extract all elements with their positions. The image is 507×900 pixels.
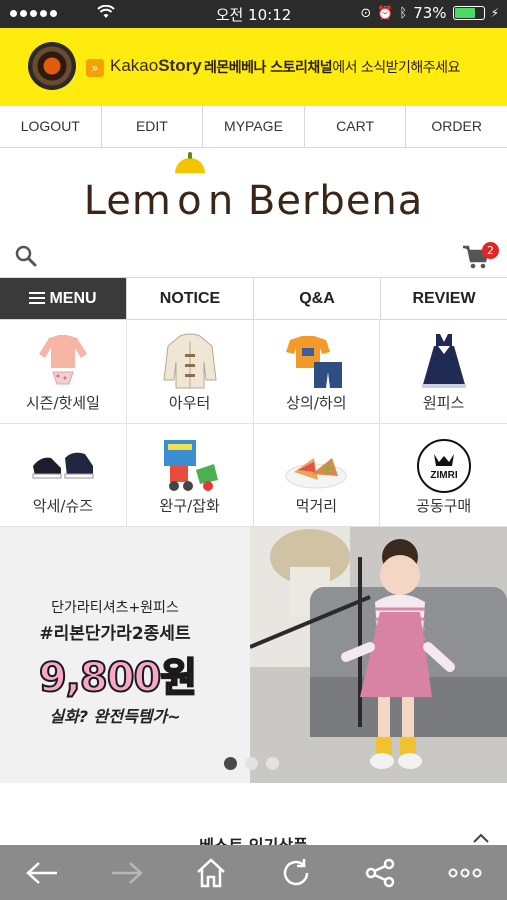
status-bar: 오전 10:12 ⊙ ⏰ ᛒ 73% ⚡ — [0, 0, 507, 28]
svg-text:ZIMRI: ZIMRI — [430, 470, 457, 481]
promo-dot[interactable] — [266, 757, 279, 770]
promo-pagination — [224, 757, 279, 770]
category-season-hotsale[interactable]: 시즌/핫세일 — [0, 320, 127, 424]
more-button[interactable] — [423, 845, 507, 900]
logout-link[interactable]: LOGOUT — [0, 106, 102, 147]
kakaostory-label: KakaoStory — [110, 56, 202, 75]
rotation-lock-icon: ⊙ — [360, 5, 372, 21]
promo-subtitle: 단가라티셔츠+원피스 — [51, 600, 179, 616]
category-toys-goods[interactable]: 완구/잡화 — [126, 423, 254, 527]
forward-button[interactable] — [85, 845, 170, 900]
promo-price: 9,800원 — [38, 654, 198, 702]
arrow-left-icon — [26, 861, 58, 884]
hamburger-icon — [29, 292, 46, 304]
share-button[interactable] — [338, 845, 423, 900]
order-link[interactable]: ORDER — [406, 106, 507, 147]
category-grid: 시즌/핫세일 아우터 상의/하의 원피스 악세/슈즈 완구/잡화 먹거리 ZIM… — [0, 320, 507, 527]
battery-percent: 73% — [413, 4, 447, 22]
battery-icon — [452, 6, 485, 20]
browser-toolbar — [0, 845, 507, 900]
category-top-bottom[interactable]: 상의/하의 — [253, 320, 381, 424]
coat-icon — [163, 333, 217, 389]
edit-link[interactable]: EDIT — [102, 106, 204, 147]
more-icon — [448, 868, 482, 877]
tab-notice[interactable]: NOTICE — [127, 278, 254, 319]
category-outer[interactable]: 아우터 — [126, 320, 254, 424]
shoes-icon — [32, 452, 94, 478]
child-model-image — [250, 527, 507, 783]
menu-button[interactable]: MENU — [0, 278, 127, 319]
category-onepiece[interactable]: 원피스 — [380, 320, 507, 424]
account-nav: LOGOUT EDIT MYPAGE CART ORDER — [0, 106, 507, 148]
category-label: 악세/슈즈 — [32, 497, 93, 515]
home-icon — [197, 857, 226, 887]
cart-link[interactable]: CART — [305, 106, 407, 147]
main-menu-bar: MENU NOTICE Q&A REVIEW — [0, 277, 507, 320]
swimwear-icon — [38, 335, 87, 385]
promo-title: #리본단가라2종세트 — [39, 624, 191, 644]
charging-icon: ⚡ — [490, 6, 499, 20]
bluetooth-icon: ᛒ — [399, 5, 408, 21]
dress-icon — [421, 334, 466, 388]
category-label: 공동구매 — [416, 497, 472, 515]
promo-banner[interactable]: 단가라티셔츠+원피스 #리본단가라2종세트 9,800원 실화? 완전득템가~ — [0, 527, 507, 783]
promo-dot[interactable] — [245, 757, 258, 770]
promo-dot[interactable] — [224, 757, 237, 770]
food-icon — [285, 457, 347, 488]
top-bottom-icon — [286, 336, 343, 388]
back-button[interactable] — [0, 845, 85, 900]
search-icon[interactable] — [14, 244, 38, 268]
arrow-right-icon — [111, 861, 143, 884]
promo-tagline: 실화? 완전득템가~ — [49, 707, 181, 726]
promo-photo — [250, 527, 507, 783]
tab-qna[interactable]: Q&A — [254, 278, 381, 319]
refresh-button[interactable] — [254, 845, 339, 900]
share-icon — [366, 858, 395, 887]
category-food[interactable]: 먹거리 — [253, 423, 381, 527]
category-group-buy[interactable]: ZIMRI 공동구매 — [380, 424, 507, 527]
kakao-channel-message: 레몬베베나 스토리채널에서 소식받기해주세요 — [204, 60, 460, 76]
category-label: 원피스 — [422, 393, 465, 412]
lemon-o-logo-icon: o — [172, 152, 208, 224]
category-accessories-shoes[interactable]: 악세/슈즈 — [0, 423, 127, 527]
mypage-link[interactable]: MYPAGE — [203, 106, 305, 147]
toy-icon — [163, 439, 218, 491]
refresh-icon — [283, 858, 308, 885]
category-label: 먹거리 — [295, 497, 338, 515]
chevron-up-icon[interactable] — [472, 832, 490, 844]
category-label: 시즌/핫세일 — [25, 393, 100, 412]
tab-review[interactable]: REVIEW — [381, 278, 507, 319]
cart-count-badge: 2 — [482, 242, 499, 259]
home-button[interactable] — [169, 845, 254, 900]
alarm-icon: ⏰ — [377, 5, 394, 21]
category-label: 완구/잡화 — [159, 497, 220, 515]
site-logo[interactable]: Lem o n Berbena — [0, 152, 507, 224]
kakao-profile-avatar — [28, 42, 76, 90]
zimri-logo-icon: ZIMRI — [416, 438, 471, 493]
kakao-story-banner[interactable]: » KakaoStory 레몬베베나 스토리채널에서 소식받기해주세요 — [0, 28, 507, 106]
kakaostory-icon: » — [86, 59, 104, 77]
promo-text-panel: 단가라티셔츠+원피스 #리본단가라2종세트 9,800원 실화? 완전득템가~ — [0, 527, 250, 783]
category-label: 아우터 — [168, 393, 211, 412]
category-label: 상의/하의 — [286, 393, 347, 412]
